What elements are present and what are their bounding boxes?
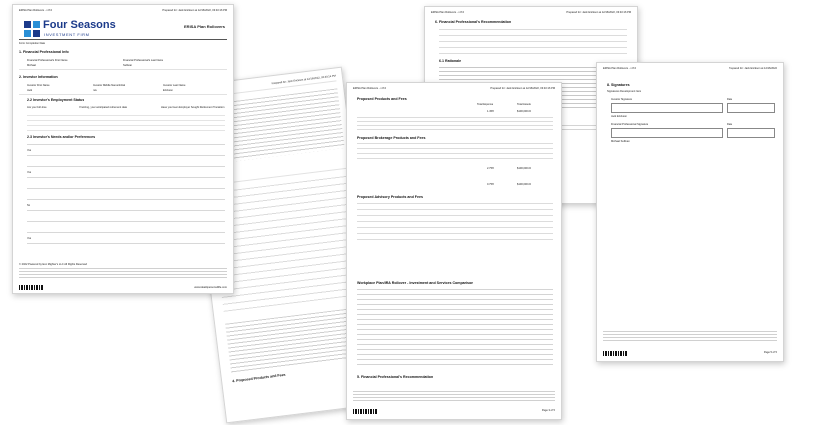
- investor-signature-box[interactable]: [611, 103, 723, 113]
- page-number: Page 5 of 5: [763, 351, 777, 354]
- fp-last-name-label: Financial Professional's Last Name: [123, 59, 164, 62]
- investor-middle-name-label: Investor Middle Name/Initial: [93, 84, 126, 87]
- answer-yes: Yes: [27, 171, 32, 174]
- table-rows: [357, 203, 553, 243]
- investor-middle-name-value: n/a: [93, 89, 97, 92]
- column-total-assets: Total Assets: [517, 103, 531, 106]
- fp-signature-label: Financial Professional Signature: [611, 123, 649, 126]
- answer-yes: Yes: [27, 237, 32, 240]
- document-page-3: ERISA Plan Rollovers - v 8.0 Prepared fo…: [346, 82, 562, 420]
- needs-questions-block: [27, 144, 225, 254]
- section-heading-rationale: 6.1 Rationale: [439, 59, 462, 63]
- date-label: Date: [727, 98, 733, 101]
- investor-last-name-label: Investor Last Name: [163, 84, 186, 87]
- investor-signature-label: Investor Signature: [611, 98, 633, 101]
- employment-question-2: If retiring, your anticipated retirement…: [79, 106, 128, 109]
- table-heading-brokerage: Proposed Brokerage Products and Fees: [357, 136, 426, 140]
- fp-first-name-value: Michael: [27, 64, 36, 67]
- page-header-left: ERISA Plan Rollovers - v 8.0: [603, 67, 637, 70]
- page-header-right: Prepared for: Jack Erickson at 12/16/202…: [566, 11, 631, 14]
- fp-printed-name: Michael Sullivan: [611, 140, 630, 143]
- fp-first-name-label: Financial Professional's First Name: [27, 59, 68, 62]
- brand-name: Four Seasons: [43, 19, 116, 31]
- column-total-expense: Total Expense: [477, 103, 494, 106]
- page-header-right: Prepared for: Jack Erickson at 12/16/202…: [162, 9, 227, 12]
- assets-value: $100,000.00: [517, 183, 532, 186]
- form-date-label: Form Completion Date: [19, 42, 46, 45]
- section-heading-recommendation: 6. Financial Professional's Recommendati…: [435, 20, 512, 24]
- assets-value: $100,000.00: [517, 110, 532, 113]
- recommendation-block: [439, 29, 627, 55]
- fp-last-name-value: Sullivan: [123, 64, 133, 67]
- table-heading-proposed-products: Proposed Products and Fees: [357, 97, 407, 101]
- assets-value: $100,000.00: [517, 167, 532, 170]
- barcode: [19, 285, 43, 290]
- disclaimer-text: [603, 331, 777, 341]
- title-rule: [19, 39, 227, 40]
- document-title: ERISA Plan Rollovers: [184, 24, 225, 29]
- expense-value: 0.75%: [487, 183, 495, 186]
- investor-last-name-value: Erickson: [163, 89, 173, 92]
- section-heading: 4. Proposed Products and Fees: [231, 372, 286, 384]
- page-number: Page 3 of 5: [541, 409, 555, 412]
- document-page-5: ERISA Plan Rollovers - v 8.0 Prepared fo…: [596, 62, 784, 362]
- section-heading-needs: 2.3 Investor's Needs and/or Preferences: [27, 135, 96, 139]
- fp-signature-box[interactable]: [611, 128, 723, 138]
- table-rows: [357, 143, 553, 163]
- footer-website: www.ideal4persons4life.com: [194, 286, 227, 289]
- disclaimer-text: [19, 268, 227, 278]
- table-heading-advisory: Proposed Advisory Products and Fees: [357, 195, 423, 199]
- employment-question-3: Have you been Employer Sought Retirement…: [161, 106, 225, 109]
- table-rows: [357, 117, 553, 131]
- four-seasons-logo-icon: [24, 21, 40, 37]
- answer-yes: Yes: [27, 149, 32, 152]
- barcode: [603, 351, 627, 356]
- fp-date-box[interactable]: [727, 128, 775, 138]
- section-heading-employment: 2.2 Investor's Employment Status: [27, 98, 85, 102]
- comparison-list: [357, 289, 553, 369]
- divider: [19, 94, 227, 95]
- document-page-1: ERISA Plan Rollovers - v 8.0 Prepared fo…: [12, 4, 234, 294]
- date-label: Date: [727, 123, 733, 126]
- section-heading-investor-info: 2. Investor Information: [19, 75, 58, 79]
- investor-printed-name: Jack Erickson: [611, 115, 627, 118]
- divider: [19, 69, 227, 70]
- page-header-right: Prepared for: Jack Erickson at 12/16/202…: [728, 67, 777, 70]
- investor-date-box[interactable]: [727, 103, 775, 113]
- brand-tagline: INVESTMENT FIRM: [44, 32, 90, 37]
- section-heading-recommendation: 5. Financial Professional's Recommendati…: [357, 375, 434, 379]
- expense-value: 1.45%: [487, 110, 495, 113]
- employment-table: [27, 115, 225, 131]
- barcode: [353, 409, 377, 414]
- employment-question-1: Are you Full-time: [27, 106, 47, 109]
- answer-no: No: [27, 204, 31, 207]
- page-header-left: ERISA Plan Rollovers - v 8.0: [431, 11, 465, 14]
- page-header-left: ERISA Plan Rollovers - v 8.0: [19, 9, 53, 12]
- section-heading-financial-professional: 1. Financial Professional Info: [19, 50, 69, 54]
- page-header-right: Prepared for: Jack Erickson at 12/16/202…: [490, 87, 555, 90]
- investor-first-name-label: Investor First Name: [27, 84, 50, 87]
- signatures-subtitle: Signatures Development Item: [607, 90, 642, 93]
- section-heading-signatures: 8. Signatures: [607, 83, 630, 87]
- disclaimer-text: [353, 391, 555, 403]
- expense-value: 2.75%: [487, 167, 495, 170]
- page-header-left: ERISA Plan Rollovers - v 8.0: [353, 87, 387, 90]
- investor-first-name-value: Jack: [27, 89, 33, 92]
- table-heading-rollover-comparison: Workplace Plan/IRA Rollover - Investment…: [357, 281, 474, 285]
- page-footer: © 2022 Powered by Eco Mighter's LLC All …: [19, 263, 88, 266]
